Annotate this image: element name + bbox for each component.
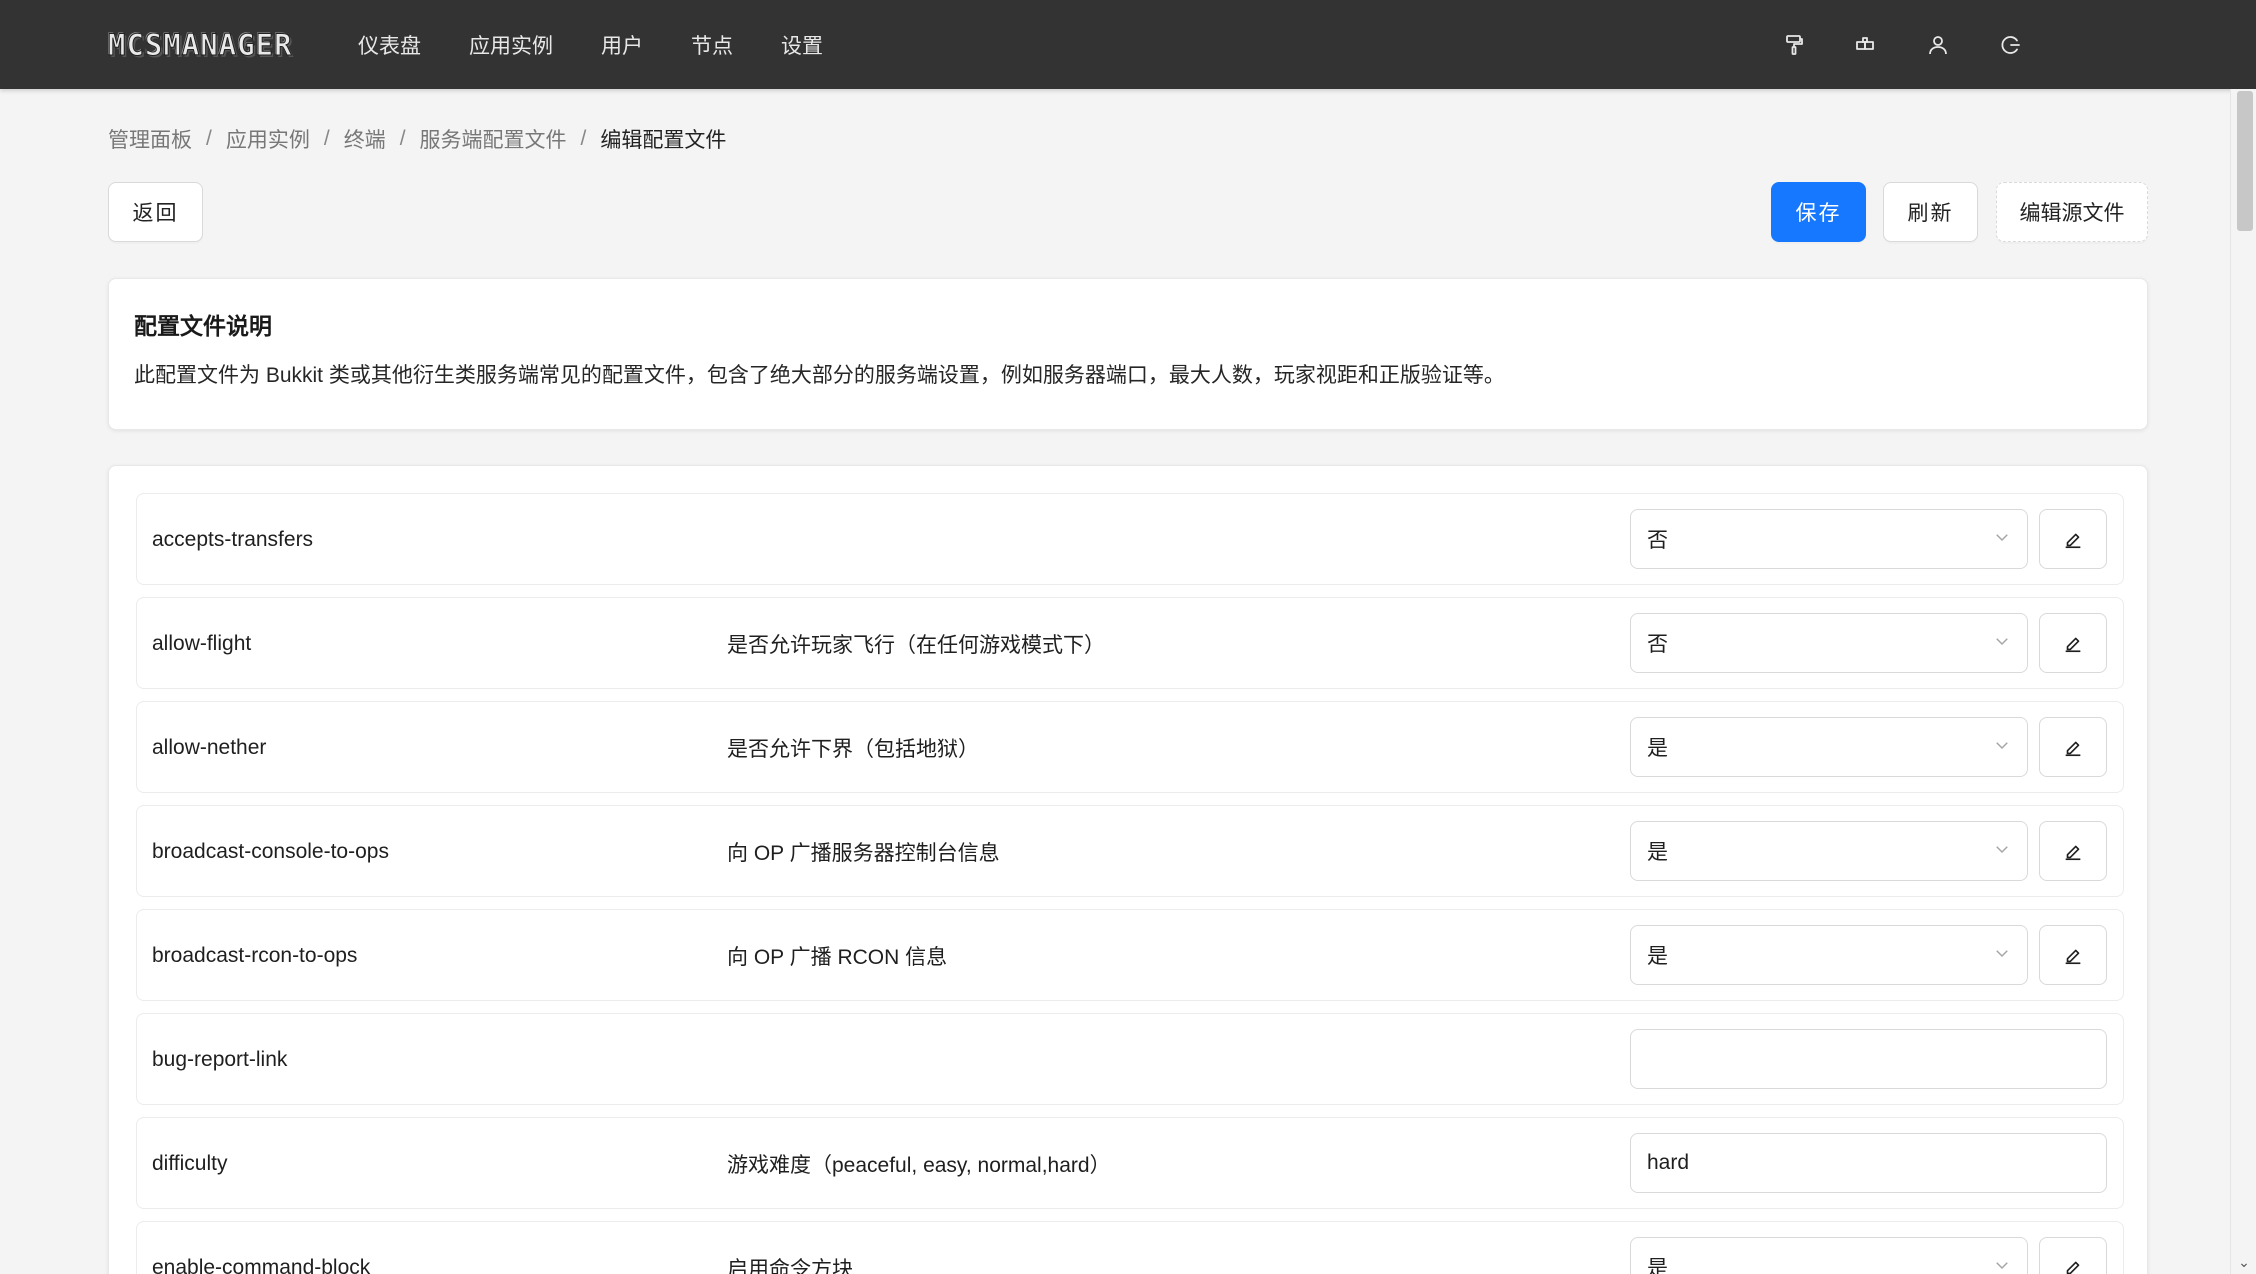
config-description-card: 配置文件说明 此配置文件为 Bukkit 类或其他衍生类服务端常见的配置文件，包… — [108, 278, 2148, 430]
back-button[interactable]: 返回 — [108, 182, 203, 242]
nav-dashboard[interactable]: 仪表盘 — [358, 30, 421, 60]
breadcrumb-server-config[interactable]: 服务端配置文件 — [420, 124, 567, 154]
edit-icon — [2065, 637, 2081, 653]
edit-value-button[interactable] — [2039, 1237, 2107, 1274]
edit-value-button[interactable] — [2039, 613, 2107, 673]
config-key: difficulty — [152, 1152, 228, 1175]
config-row: broadcast-rcon-to-ops 向 OP 广播 RCON 信息 是 — [136, 909, 2124, 1001]
config-value-select[interactable]: 否 — [1630, 613, 2028, 673]
chevron-down-icon — [1996, 742, 2008, 750]
nav-instances[interactable]: 应用实例 — [469, 30, 553, 60]
config-value-select[interactable]: 是 — [1630, 717, 2028, 777]
edit-value-button[interactable] — [2039, 509, 2107, 569]
description-text: 此配置文件为 Bukkit 类或其他衍生类服务端常见的配置文件，包含了绝大部分的… — [134, 364, 1505, 387]
breadcrumb: 管理面板 / 应用实例 / 终端 / 服务端配置文件 / 编辑配置文件 — [108, 124, 726, 154]
config-value-select[interactable]: 是 — [1630, 1237, 2028, 1274]
config-desc: 是否允许玩家飞行（在任何游戏模式下） — [727, 634, 1105, 657]
config-desc: 向 OP 广播服务器控制台信息 — [727, 842, 1000, 865]
config-desc: 游戏难度（peaceful, easy, normal,hard） — [727, 1154, 1111, 1177]
breadcrumb-edit-config: 编辑配置文件 — [600, 129, 727, 152]
puzzle-icon[interactable] — [1830, 0, 1902, 89]
select-value: 否 — [1647, 633, 1668, 656]
nav-users[interactable]: 用户 — [601, 30, 643, 60]
chevron-down-icon — [1996, 1262, 2008, 1270]
config-value-select[interactable]: 否 — [1630, 509, 2028, 569]
edit-icon — [2065, 533, 2081, 549]
config-row: allow-flight 是否允许玩家飞行（在任何游戏模式下） 否 — [136, 597, 2124, 689]
edit-value-button[interactable] — [2039, 925, 2107, 985]
description-title: 配置文件说明 — [134, 313, 272, 339]
select-value: 是 — [1647, 945, 1668, 968]
scroll-down-arrow-icon[interactable]: ⌄ — [2236, 1254, 2252, 1270]
select-value: 是 — [1647, 1257, 1668, 1274]
config-value-select[interactable]: 是 — [1630, 925, 2028, 985]
breadcrumb-separator: / — [399, 127, 406, 150]
nav-nodes[interactable]: 节点 — [691, 30, 733, 60]
edit-icon — [2065, 845, 2081, 861]
paint-roller-icon[interactable] — [1758, 0, 1830, 89]
chevron-down-icon — [1996, 534, 2008, 542]
config-key: bug-report-link — [152, 1048, 288, 1071]
breadcrumb-separator: / — [206, 127, 212, 150]
edit-value-button[interactable] — [2039, 717, 2107, 777]
breadcrumb-panel[interactable]: 管理面板 — [108, 124, 192, 154]
top-navbar: MCSMANAGER 仪表盘 应用实例 用户 节点 设置 — [0, 0, 2256, 89]
save-button[interactable]: 保存 — [1771, 182, 1866, 242]
config-row: difficulty 游戏难度（peaceful, easy, normal,h… — [136, 1117, 2124, 1209]
breadcrumb-separator: / — [323, 127, 330, 150]
config-row: accepts-transfers 否 — [136, 493, 2124, 585]
breadcrumb-instances[interactable]: 应用实例 — [226, 124, 310, 154]
edit-icon — [2065, 741, 2081, 757]
config-value-input[interactable] — [1630, 1133, 2107, 1193]
config-row: enable-command-block 启用命令方块 是 — [136, 1221, 2124, 1274]
chevron-down-icon — [1996, 950, 2008, 958]
page-scrollbar[interactable]: ⌄ — [2230, 89, 2256, 1274]
select-value: 否 — [1647, 529, 1668, 552]
config-row: allow-nether 是否允许下界（包括地狱） 是 — [136, 701, 2124, 793]
nav-icon-group — [1758, 0, 2046, 89]
config-row: bug-report-link — [136, 1013, 2124, 1105]
config-desc: 启用命令方块 — [727, 1258, 853, 1274]
breadcrumb-terminal[interactable]: 终端 — [344, 124, 386, 154]
chevron-down-icon — [1996, 846, 2008, 854]
select-value: 是 — [1647, 737, 1668, 760]
config-key: allow-flight — [152, 632, 252, 655]
config-key: allow-nether — [152, 736, 267, 759]
logout-icon[interactable] — [1974, 0, 2046, 89]
main-nav: 仪表盘 应用实例 用户 节点 设置 — [358, 0, 871, 89]
nav-settings[interactable]: 设置 — [781, 30, 823, 60]
edit-icon — [2066, 1261, 2080, 1274]
config-desc: 向 OP 广播 RCON 信息 — [727, 946, 948, 969]
edit-source-button[interactable]: 编辑源文件 — [1996, 182, 2148, 242]
edit-value-button[interactable] — [2039, 821, 2107, 881]
breadcrumb-separator: / — [580, 127, 587, 150]
config-key: enable-command-block — [152, 1256, 371, 1274]
scrollbar-thumb[interactable] — [2237, 91, 2253, 231]
config-key: accepts-transfers — [152, 528, 314, 551]
config-row: broadcast-console-to-ops 向 OP 广播服务器控制台信息… — [136, 805, 2124, 897]
config-key: broadcast-console-to-ops — [152, 840, 389, 863]
config-desc: 是否允许下界（包括地狱） — [727, 738, 979, 761]
config-key: broadcast-rcon-to-ops — [152, 944, 358, 967]
config-list-card: accepts-transfers 否 allow-flight 是否允许玩家飞… — [108, 465, 2148, 1274]
edit-icon — [2065, 949, 2081, 965]
select-value: 是 — [1647, 841, 1668, 864]
chevron-down-icon — [1996, 638, 2008, 646]
config-value-select[interactable]: 是 — [1630, 821, 2028, 881]
config-value-input[interactable] — [1630, 1029, 2107, 1089]
app-logo[interactable]: MCSMANAGER — [108, 30, 293, 61]
refresh-button[interactable]: 刷新 — [1883, 182, 1978, 242]
user-icon[interactable] — [1902, 0, 1974, 89]
